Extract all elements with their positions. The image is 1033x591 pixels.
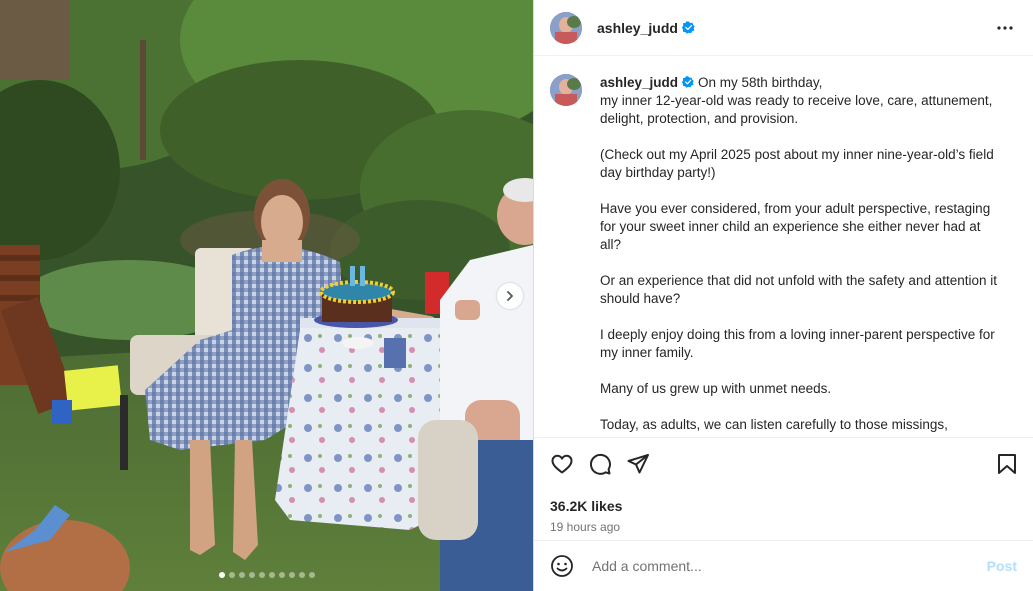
- avatar-image: [550, 74, 582, 106]
- post-photo: [0, 0, 533, 591]
- like-button[interactable]: [548, 450, 576, 478]
- carousel-dot: [268, 572, 275, 578]
- post-details-panel: ashley_judd ashley_judd On my 58th birth…: [533, 0, 1033, 591]
- verified-badge-icon: [681, 21, 695, 34]
- add-comment-bar: Post: [534, 540, 1033, 591]
- bookmark-icon: [998, 454, 1016, 474]
- post-media[interactable]: [0, 0, 533, 591]
- comment-icon: [589, 453, 611, 475]
- carousel-dot: [248, 572, 255, 578]
- caption-username[interactable]: ashley_judd: [600, 75, 678, 90]
- caption-paragraph: ashley_judd On my 58th birthday, my inner…: [600, 74, 1005, 128]
- caption-paragraph: (Check out my April 2025 post about my i…: [600, 147, 994, 180]
- carousel-dot: [258, 572, 265, 578]
- heart-icon: [551, 454, 573, 474]
- verified-badge-icon: [682, 76, 694, 88]
- post-comment-button[interactable]: Post: [987, 558, 1017, 574]
- chevron-right-icon: [507, 291, 513, 301]
- avatar-image: [550, 11, 582, 44]
- avatar[interactable]: [550, 11, 582, 44]
- caption-paragraph: Or an experience that did not unfold wit…: [600, 273, 998, 306]
- carousel-dot: [278, 572, 285, 578]
- instagram-post-modal: ashley_judd ashley_judd On my 58th birth…: [0, 0, 1033, 591]
- comment-input[interactable]: [590, 557, 987, 575]
- next-slide-button[interactable]: [497, 283, 523, 309]
- post-actions: 36.2K likes 19 hours ago: [534, 437, 1033, 541]
- post-timestamp[interactable]: 19 hours ago: [550, 520, 1017, 534]
- emoji-icon: [551, 555, 573, 577]
- share-icon: [627, 454, 649, 474]
- caption-paragraph: I deeply enjoy doing this from a loving …: [600, 327, 995, 360]
- carousel-dot: [308, 572, 315, 578]
- more-options-button[interactable]: [993, 16, 1017, 40]
- carousel-dot: [228, 572, 235, 578]
- action-icon-row: [550, 450, 1017, 478]
- carousel-dot: [218, 572, 225, 578]
- carousel-indicator: [0, 572, 533, 578]
- carousel-dot: [288, 572, 295, 578]
- post-author-username[interactable]: ashley_judd: [597, 20, 678, 36]
- more-horizontal-icon: [997, 25, 1013, 30]
- caption-paragraph: Have you ever considered, from your adul…: [600, 201, 991, 252]
- likes-count[interactable]: 36.2K likes: [550, 498, 1017, 514]
- save-button[interactable]: [993, 450, 1021, 478]
- carousel-dot: [238, 572, 245, 578]
- share-button[interactable]: [624, 450, 652, 478]
- post-header: ashley_judd: [534, 0, 1033, 56]
- comment-button[interactable]: [586, 450, 614, 478]
- caption-section: ashley_judd On my 58th birthday, my inner…: [534, 56, 1033, 437]
- caption-paragraph: Today, as adults, we can listen carefull…: [600, 417, 948, 432]
- emoji-button[interactable]: [550, 554, 574, 578]
- post-caption: ashley_judd On my 58th birthday, my inner…: [600, 74, 1005, 437]
- caption-paragraph: Many of us grew up with unmet needs.: [600, 381, 832, 396]
- avatar[interactable]: [550, 74, 582, 106]
- carousel-dot: [298, 572, 305, 578]
